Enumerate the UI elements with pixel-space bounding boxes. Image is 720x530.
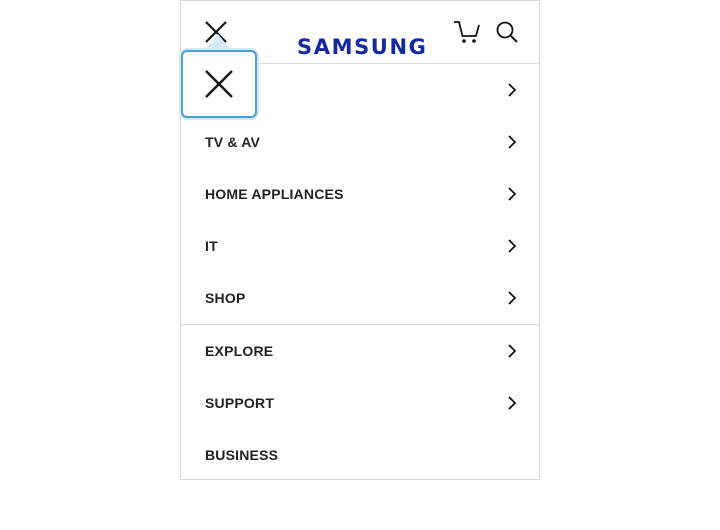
close-button-focus-highlight[interactable]: [181, 50, 257, 118]
chevron-right-icon: [508, 83, 517, 97]
mobile-nav-panel: SAMSUNG TV & AV HOME APPLIANCES IT SHOP EXP…: [180, 0, 540, 480]
chevron-right-icon: [508, 396, 517, 410]
menu-item-label: BUSINESS: [205, 447, 279, 463]
chevron-right-icon: [508, 239, 517, 253]
chevron-right-icon: [508, 291, 517, 305]
search-icon: [496, 21, 518, 43]
menu-item[interactable]: BUSINESS: [181, 429, 539, 481]
menu-item-label: SHOP: [205, 290, 246, 306]
cart-button[interactable]: [453, 19, 481, 45]
samsung-logo[interactable]: SAMSUNG: [297, 18, 426, 59]
focus-pointer: [205, 34, 231, 50]
close-icon-large: [205, 70, 233, 98]
menu-item-label: TV & AV: [205, 134, 261, 150]
chevron-right-icon: [508, 344, 517, 358]
logo-text: SAMSUNG: [297, 35, 428, 59]
cart-icon: [454, 21, 480, 43]
menu-item[interactable]: IT: [181, 220, 539, 272]
chevron-right-icon: [508, 187, 517, 201]
menu-item[interactable]: TV & AV: [181, 116, 539, 168]
search-button[interactable]: [495, 20, 519, 44]
menu-item-label: HOME APPLIANCES: [205, 186, 344, 202]
menu-item-label: IT: [205, 238, 218, 254]
menu-item[interactable]: HOME APPLIANCES: [181, 168, 539, 220]
menu-item[interactable]: SHOP: [181, 272, 539, 324]
menu-item[interactable]: SUPPORT: [181, 377, 539, 429]
menu-item-label: SUPPORT: [205, 395, 275, 411]
menu-item[interactable]: EXPLORE: [181, 325, 539, 377]
nav-menu: TV & AV HOME APPLIANCES IT SHOP EXPLORE SUPP…: [181, 64, 539, 481]
menu-item-label: EXPLORE: [205, 343, 274, 359]
chevron-right-icon: [508, 135, 517, 149]
